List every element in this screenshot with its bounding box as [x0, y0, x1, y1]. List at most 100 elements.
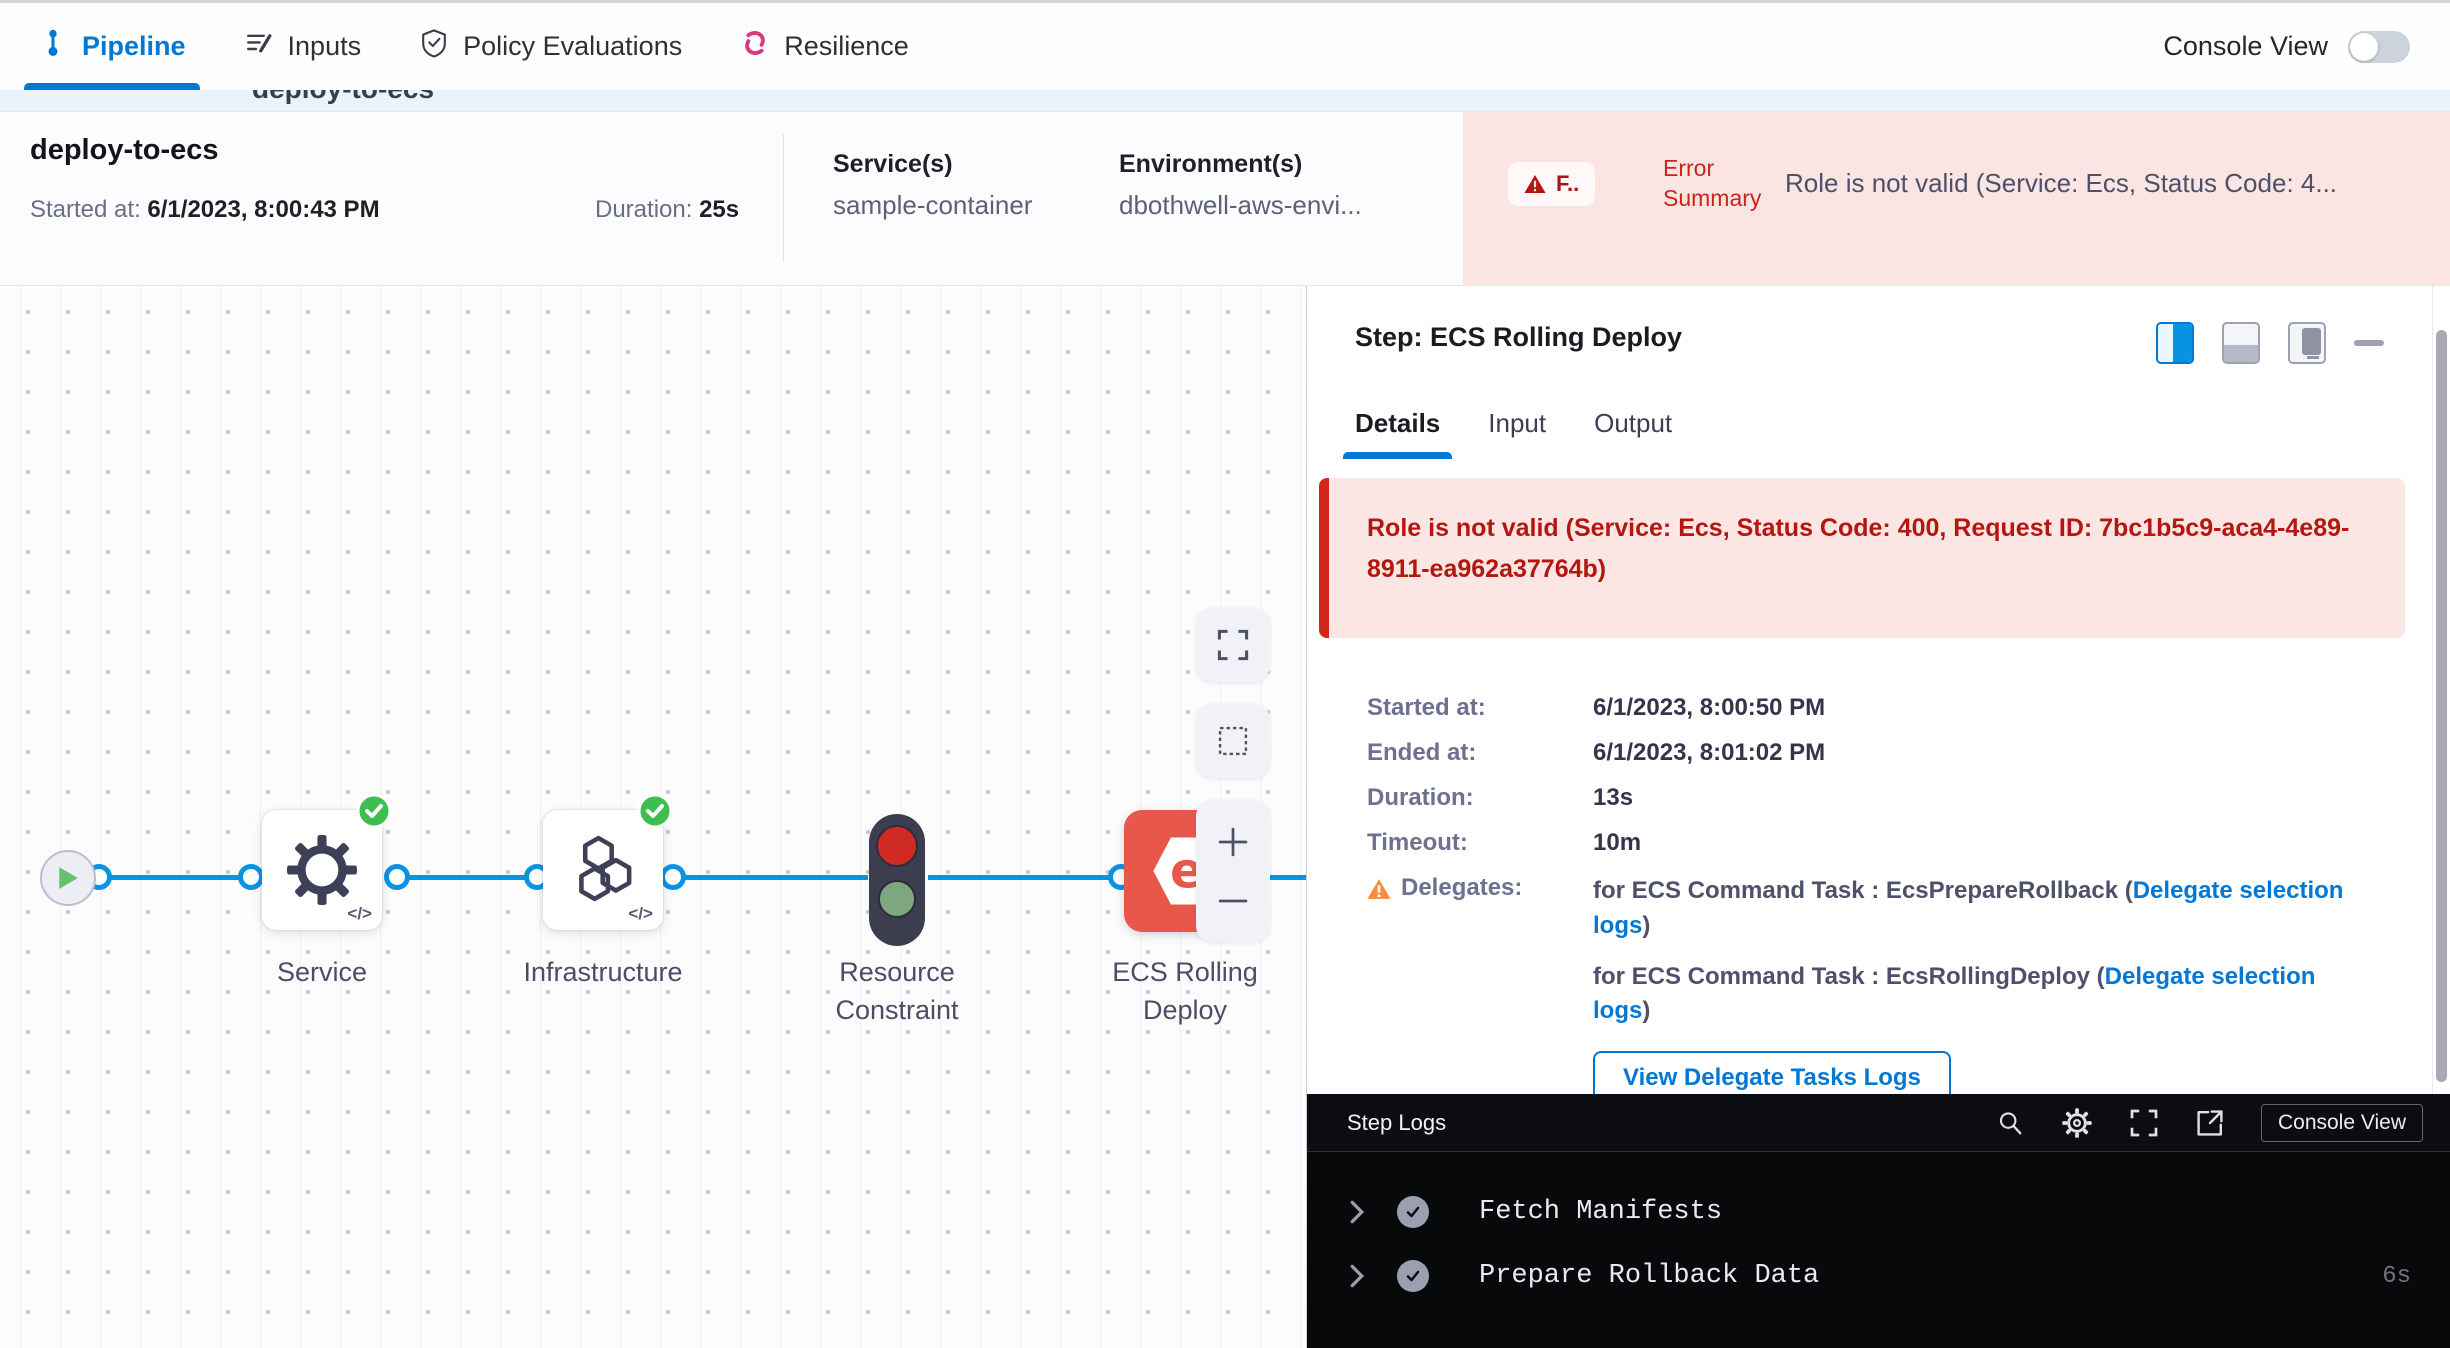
traffic-light-green	[878, 880, 916, 918]
tab-pipeline[interactable]: Pipeline	[38, 3, 186, 90]
shield-check-icon	[419, 28, 449, 65]
layout-right-drawer-icon[interactable]	[2288, 322, 2326, 364]
gear-icon	[284, 832, 360, 908]
detail-value: 10m	[1593, 829, 1641, 857]
log-row-fetch-manifests[interactable]: Fetch Manifests	[1307, 1180, 2450, 1244]
node-infrastructure[interactable]: </>	[543, 810, 663, 930]
traffic-light-red	[876, 825, 918, 867]
detail-label: Started at:	[1367, 694, 1593, 722]
detail-label: Duration:	[1367, 784, 1593, 812]
log-row-prepare-rollback-data[interactable]: Prepare Rollback Data 6s	[1307, 1244, 2450, 1308]
header-divider	[783, 134, 784, 262]
tab-inputs[interactable]: Inputs	[244, 3, 362, 90]
canvas-marquee-select-button[interactable]	[1196, 704, 1270, 778]
detail-value: 6/1/2023, 8:01:02 PM	[1593, 739, 1825, 767]
zoom-out-icon[interactable]	[1216, 884, 1250, 918]
play-icon	[57, 866, 79, 890]
node-resource-constraint[interactable]	[869, 814, 925, 946]
chevron-right-icon[interactable]	[1349, 1263, 1379, 1289]
detail-value: 6/1/2023, 8:00:50 PM	[1593, 694, 1825, 722]
tab-details[interactable]: Details	[1355, 408, 1440, 459]
logs-console-view-button[interactable]: Console View	[2261, 1104, 2423, 1142]
logs-search-icon[interactable]	[1995, 1108, 2025, 1138]
environments-value[interactable]: dbothwell-aws-envi...	[1119, 190, 1362, 221]
error-summary-label: Error Summary	[1663, 154, 1785, 214]
delegate-line-text: )	[1642, 912, 1650, 939]
edge-service-infra	[396, 875, 536, 880]
logs-settings-gear-icon[interactable]	[2061, 1107, 2093, 1139]
step-panel-title: Step: ECS Rolling Deploy	[1355, 322, 1682, 353]
services-value[interactable]: sample-container	[833, 190, 1032, 221]
detail-row-started: Started at: 6/1/2023, 8:00:50 PM	[1367, 694, 2370, 722]
pipeline-execution-page: Pipeline Inputs Policy Evaluations Resil…	[0, 0, 2450, 1348]
tab-resilience-label: Resilience	[784, 31, 909, 62]
step-logs-toolbar: Console View	[1995, 1104, 2423, 1142]
duration-line: Duration: 25s	[595, 196, 739, 224]
console-view-toggle[interactable]	[2348, 31, 2410, 63]
failed-badge-text: F..	[1556, 171, 1579, 197]
error-summary-banner: F.. Error Summary Role is not valid (Ser…	[1463, 112, 2450, 285]
panel-minimize-icon[interactable]	[2354, 340, 2384, 346]
detail-label: Timeout:	[1367, 829, 1593, 857]
clipped-pipeline-title: deploy-to-ecs	[252, 90, 434, 105]
tab-pipeline-label: Pipeline	[82, 31, 186, 62]
canvas-zoom-panel	[1196, 800, 1270, 942]
tab-output[interactable]: Output	[1594, 408, 1672, 459]
pipeline-name: deploy-to-ecs	[30, 134, 219, 167]
zoom-in-icon[interactable]	[1216, 825, 1250, 859]
resilience-icon	[740, 28, 770, 65]
step-logs-body: Fetch Manifests Prepare Rollback Data 6s	[1307, 1152, 2450, 1308]
marquee-select-icon	[1216, 724, 1250, 758]
layout-vertical-split-icon[interactable]	[2156, 322, 2194, 364]
panel-scrollbar-thumb[interactable]	[2436, 330, 2447, 1082]
node-service[interactable]: </>	[262, 810, 382, 930]
log-step-name: Fetch Manifests	[1479, 1197, 1722, 1227]
logs-fullscreen-icon[interactable]	[2129, 1108, 2159, 1138]
panel-layout-controls	[2156, 322, 2384, 364]
canvas-fullscreen-button[interactable]	[1196, 608, 1270, 682]
pipeline-canvas[interactable]: </> Service </> Infrastructure Resource …	[0, 286, 1306, 1348]
nav-right: Console View	[2163, 3, 2450, 90]
step-details-list: Started at: 6/1/2023, 8:00:50 PM Ended a…	[1367, 694, 2370, 1105]
logs-open-external-icon[interactable]	[2195, 1108, 2225, 1138]
warning-triangle-icon	[1367, 878, 1391, 900]
services-label: Service(s)	[833, 150, 953, 179]
node-ecs-rolling-deploy-label: ECS Rolling Deploy	[1075, 954, 1295, 1030]
duration-label: Duration:	[595, 196, 699, 223]
toggle-knob	[2350, 33, 2378, 61]
warning-triangle-icon	[1524, 174, 1546, 194]
tab-inputs-label: Inputs	[288, 31, 362, 62]
tab-policy-evaluations[interactable]: Policy Evaluations	[419, 3, 682, 90]
edge-dot	[384, 864, 410, 890]
step-error-message: Role is not valid (Service: Ecs, Status …	[1367, 508, 2371, 591]
detail-value: 13s	[1593, 784, 1633, 812]
step-error-box: Role is not valid (Service: Ecs, Status …	[1319, 478, 2405, 638]
error-summary-message: Role is not valid (Service: Ecs, Status …	[1785, 168, 2435, 199]
step-logs-section: Step Logs	[1307, 1094, 2450, 1348]
pipeline-start-node[interactable]	[40, 850, 96, 906]
panel-scrollbar-track	[2432, 286, 2450, 1094]
hexagons-icon	[565, 832, 641, 908]
success-badge-icon	[356, 793, 392, 829]
edge-start-service	[98, 875, 250, 880]
edge-ecs-out	[1270, 875, 1306, 880]
duration-value: 25s	[699, 196, 739, 223]
detail-row-ended: Ended at: 6/1/2023, 8:01:02 PM	[1367, 739, 2370, 767]
environments-label: Environment(s)	[1119, 150, 1302, 179]
execution-header: deploy-to-ecs Started at: 6/1/2023, 8:00…	[0, 112, 2450, 286]
layout-horizontal-split-icon[interactable]	[2222, 322, 2260, 364]
node-service-label: Service	[212, 954, 432, 992]
detail-label: Ended at:	[1367, 739, 1593, 767]
top-nav: Pipeline Inputs Policy Evaluations Resil…	[0, 0, 2450, 90]
delegate-line-text: for ECS Command Task : EcsPrepareRollbac…	[1593, 877, 2133, 904]
edge-infra-constraint	[672, 875, 868, 880]
edge-dot	[660, 864, 686, 890]
edge-constraint-ecs	[928, 875, 1124, 880]
detail-row-duration: Duration: 13s	[1367, 784, 2370, 812]
started-at-label: Started at:	[30, 196, 147, 223]
chevron-right-icon[interactable]	[1349, 1199, 1379, 1225]
top-nav-tabs: Pipeline Inputs Policy Evaluations Resil…	[0, 3, 909, 90]
console-view-label: Console View	[2163, 31, 2328, 62]
tab-input[interactable]: Input	[1488, 408, 1546, 459]
tab-resilience[interactable]: Resilience	[740, 3, 909, 90]
